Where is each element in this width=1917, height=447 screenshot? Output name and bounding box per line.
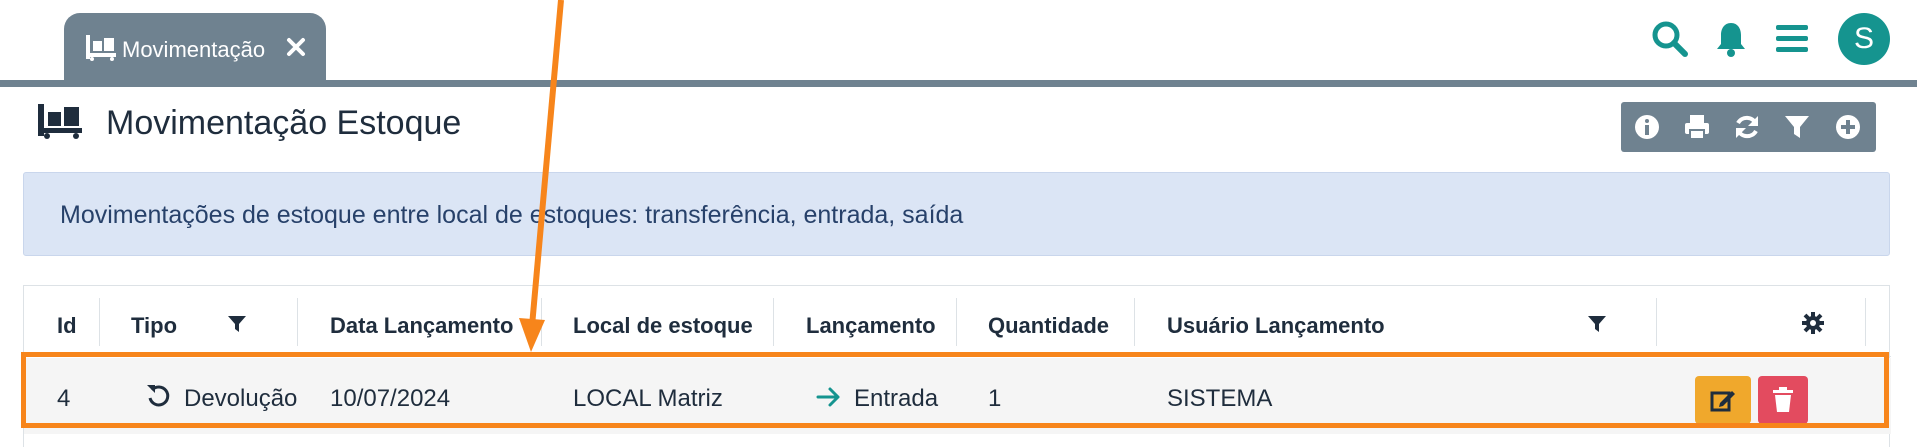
column-divider: [1134, 298, 1135, 346]
close-icon[interactable]: [284, 35, 308, 59]
info-alert: Movimentações de estoque entre local de …: [23, 172, 1890, 256]
column-divider: [1865, 298, 1866, 346]
print-icon[interactable]: [1683, 113, 1711, 141]
column-divider: [297, 298, 298, 346]
filter-icon[interactable]: [1587, 314, 1607, 334]
column-divider: [541, 298, 542, 346]
column-header-local-estoque[interactable]: Local de estoque: [573, 313, 753, 339]
menu-icon[interactable]: [1775, 22, 1809, 56]
gear-icon[interactable]: [1801, 311, 1825, 335]
column-header-usuario-lancamento[interactable]: Usuário Lançamento: [1167, 313, 1385, 339]
column-header-tipo[interactable]: Tipo: [131, 313, 177, 339]
column-divider: [99, 298, 100, 346]
column-header-data-lancamento[interactable]: Data Lançamento: [330, 313, 513, 339]
page-title: Movimentação Estoque: [106, 104, 462, 142]
column-header-quantidade[interactable]: Quantidade: [988, 313, 1109, 339]
column-divider: [773, 298, 774, 346]
add-icon[interactable]: [1834, 113, 1862, 141]
column-divider: [956, 298, 957, 346]
info-text: Movimentações de estoque entre local de …: [60, 201, 964, 229]
column-header-lancamento[interactable]: Lançamento: [806, 313, 936, 339]
filter-icon[interactable]: [227, 314, 247, 334]
refresh-icon[interactable]: [1733, 113, 1761, 141]
top-bar: Movimentação S: [0, 0, 1917, 87]
column-header-id[interactable]: Id: [57, 313, 77, 339]
column-divider: [1656, 298, 1657, 346]
filter-icon[interactable]: [1783, 113, 1811, 141]
pallet-icon: [38, 104, 82, 139]
info-icon[interactable]: [1633, 113, 1661, 141]
action-toolbar: [1621, 102, 1876, 152]
avatar[interactable]: S: [1838, 13, 1890, 65]
search-icon[interactable]: [1651, 20, 1689, 58]
bell-icon[interactable]: [1714, 20, 1748, 58]
pallet-icon: [86, 35, 116, 61]
tab-movimentacao[interactable]: Movimentação: [64, 13, 326, 80]
row-highlight-box: [21, 352, 1889, 428]
tab-underline: [0, 80, 1917, 87]
